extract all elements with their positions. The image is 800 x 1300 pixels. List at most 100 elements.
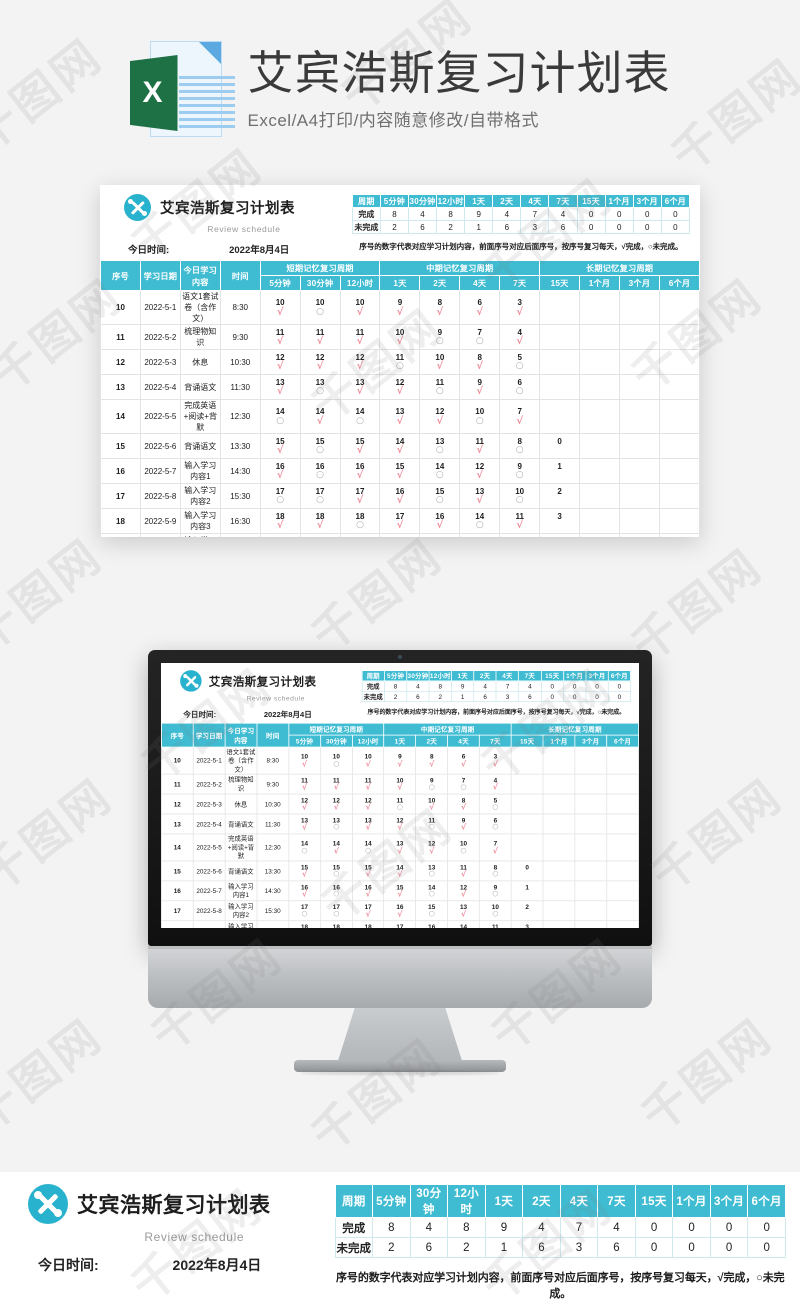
review-cell[interactable] xyxy=(618,433,660,459)
review-cell[interactable]: 19√ xyxy=(259,533,301,537)
review-cell[interactable]: 13 ○ xyxy=(299,374,341,400)
review-cell[interactable] xyxy=(574,860,608,882)
review-cell[interactable]: 10 √ xyxy=(415,793,449,815)
review-cell[interactable] xyxy=(574,793,608,815)
review-cell[interactable] xyxy=(579,483,620,509)
review-cell[interactable]: 9 √ xyxy=(447,813,480,835)
review-cell[interactable] xyxy=(606,900,639,922)
review-cell[interactable]: 17√ xyxy=(383,920,417,928)
review-cell[interactable]: 15√ xyxy=(383,880,417,902)
stats-value-cell[interactable]: 0 xyxy=(747,1217,787,1238)
review-cell[interactable]: 17√ xyxy=(379,508,421,534)
review-cell[interactable]: 9 ○ xyxy=(419,324,461,350)
review-cell[interactable]: 10 ○ xyxy=(447,833,480,862)
review-cell[interactable]: 11 ○ xyxy=(383,793,417,815)
row-date-cell[interactable]: 2022-5-1 xyxy=(192,746,226,775)
review-cell[interactable]: 12 √ xyxy=(415,833,449,862)
review-cell[interactable]: 12 √ xyxy=(339,349,381,375)
review-cell[interactable]: 9 √ xyxy=(383,746,417,775)
review-cell[interactable]: 15√ xyxy=(288,860,321,882)
review-cell[interactable]: 9 ○ xyxy=(499,458,541,484)
review-cell[interactable]: 2 xyxy=(510,900,544,922)
review-cell[interactable]: 7 ○ xyxy=(459,324,501,350)
review-cell[interactable] xyxy=(539,399,581,434)
review-cell[interactable] xyxy=(658,458,700,484)
stats-value-cell[interactable]: 2 xyxy=(428,690,452,703)
review-cell[interactable]: 7 √ xyxy=(499,399,541,434)
review-cell[interactable] xyxy=(542,900,576,922)
review-cell[interactable]: 11√ xyxy=(499,508,541,534)
row-date-cell[interactable]: 2022-5-8 xyxy=(192,900,226,922)
review-cell[interactable]: 16√ xyxy=(339,458,381,484)
review-cell[interactable]: 13 √ xyxy=(288,813,321,835)
row-date-cell[interactable]: 2022-5-6 xyxy=(139,433,181,459)
review-cell[interactable]: 1 xyxy=(510,880,544,902)
stats-value-cell[interactable]: 8 xyxy=(383,680,408,692)
row-content-cell[interactable]: 输入学习内容2 xyxy=(179,483,221,509)
stats-value-cell[interactable]: 2 xyxy=(379,220,409,234)
review-cell[interactable]: 17√ xyxy=(351,900,385,922)
review-cell[interactable]: 12 √ xyxy=(379,374,421,400)
row-content-cell[interactable]: 语文1套试卷（含作文） xyxy=(224,746,258,775)
stats-value-cell[interactable]: 0 xyxy=(634,1237,674,1258)
review-cell[interactable]: 16√ xyxy=(288,880,321,902)
stats-value-cell[interactable]: 0 xyxy=(660,207,690,221)
stats-value-cell[interactable]: 3 xyxy=(495,690,520,703)
row-time-cell[interactable]: 14:30 xyxy=(219,458,261,484)
review-cell[interactable] xyxy=(658,290,700,325)
row-time-cell[interactable]: 8:30 xyxy=(256,746,290,775)
review-cell[interactable]: 8 √ xyxy=(447,793,480,815)
row-date-cell[interactable]: 2022-5-3 xyxy=(192,793,226,815)
review-cell[interactable] xyxy=(510,833,544,862)
stats-value-cell[interactable]: 7 xyxy=(559,1217,599,1238)
row-time-cell[interactable]: 16:30 xyxy=(219,508,261,534)
today-value[interactable]: 2022年8月4日 xyxy=(173,1255,262,1275)
review-cell[interactable]: 10 √ xyxy=(419,349,461,375)
review-cell[interactable] xyxy=(539,349,581,375)
review-cell[interactable] xyxy=(510,746,544,775)
review-cell[interactable]: 7 ○ xyxy=(447,773,480,795)
review-cell[interactable]: 18√ xyxy=(288,920,321,928)
review-cell[interactable] xyxy=(618,290,660,325)
review-cell[interactable] xyxy=(658,533,700,537)
review-cell[interactable]: 2 xyxy=(539,483,581,509)
review-cell[interactable]: 11√ xyxy=(459,433,501,459)
review-cell[interactable] xyxy=(574,920,608,928)
row-date-cell[interactable]: 2022-5-6 xyxy=(192,860,226,882)
review-cell[interactable] xyxy=(579,349,620,375)
today-value[interactable]: 2022年8月4日 xyxy=(229,242,289,256)
review-cell[interactable]: 10 ○ xyxy=(299,290,341,325)
stats-value-cell[interactable]: 0 xyxy=(632,220,662,234)
stats-value-cell[interactable]: 0 xyxy=(585,690,609,703)
row-date-cell[interactable]: 2022-5-4 xyxy=(139,374,181,400)
review-cell[interactable] xyxy=(606,860,639,882)
row-time-cell[interactable]: 13:30 xyxy=(219,433,261,459)
stats-value-cell[interactable]: 7 xyxy=(520,207,550,221)
review-cell[interactable] xyxy=(618,508,660,534)
stats-value-cell[interactable]: 6 xyxy=(518,690,542,703)
review-cell[interactable] xyxy=(579,533,620,537)
review-cell[interactable]: 3 √ xyxy=(479,746,512,775)
row-time-cell[interactable]: 15:30 xyxy=(256,900,290,922)
row-date-cell[interactable]: 2022-5-5 xyxy=(192,833,226,862)
row-content-cell[interactable]: 语文1套试卷（含作文） xyxy=(179,290,221,325)
review-cell[interactable]: 14○ xyxy=(339,399,381,434)
stats-value-cell[interactable]: 3 xyxy=(559,1237,599,1258)
stats-value-cell[interactable]: 6 xyxy=(407,220,438,234)
stats-value-cell[interactable]: 0 xyxy=(672,1237,711,1258)
row-time-cell[interactable]: 15:30 xyxy=(219,483,261,509)
stats-value-cell[interactable]: 0 xyxy=(604,220,634,234)
row-content-cell[interactable]: 梳理物知识 xyxy=(179,324,221,350)
row-content-cell[interactable]: 背诵语文 xyxy=(179,433,221,459)
stats-value-cell[interactable]: 0 xyxy=(576,207,606,221)
review-cell[interactable]: 17○ xyxy=(299,483,341,509)
stats-value-cell[interactable]: 0 xyxy=(576,220,606,234)
review-cell[interactable]: 13 ○ xyxy=(415,860,449,882)
review-cell[interactable]: 15√ xyxy=(351,860,385,882)
review-cell[interactable] xyxy=(574,900,608,922)
review-cell[interactable]: 13 √ xyxy=(459,483,501,509)
stats-value-cell[interactable]: 4 xyxy=(473,680,497,692)
review-cell[interactable]: 10 ○ xyxy=(459,399,501,434)
review-cell[interactable] xyxy=(539,290,581,325)
stats-value-cell[interactable]: 8 xyxy=(372,1217,411,1238)
